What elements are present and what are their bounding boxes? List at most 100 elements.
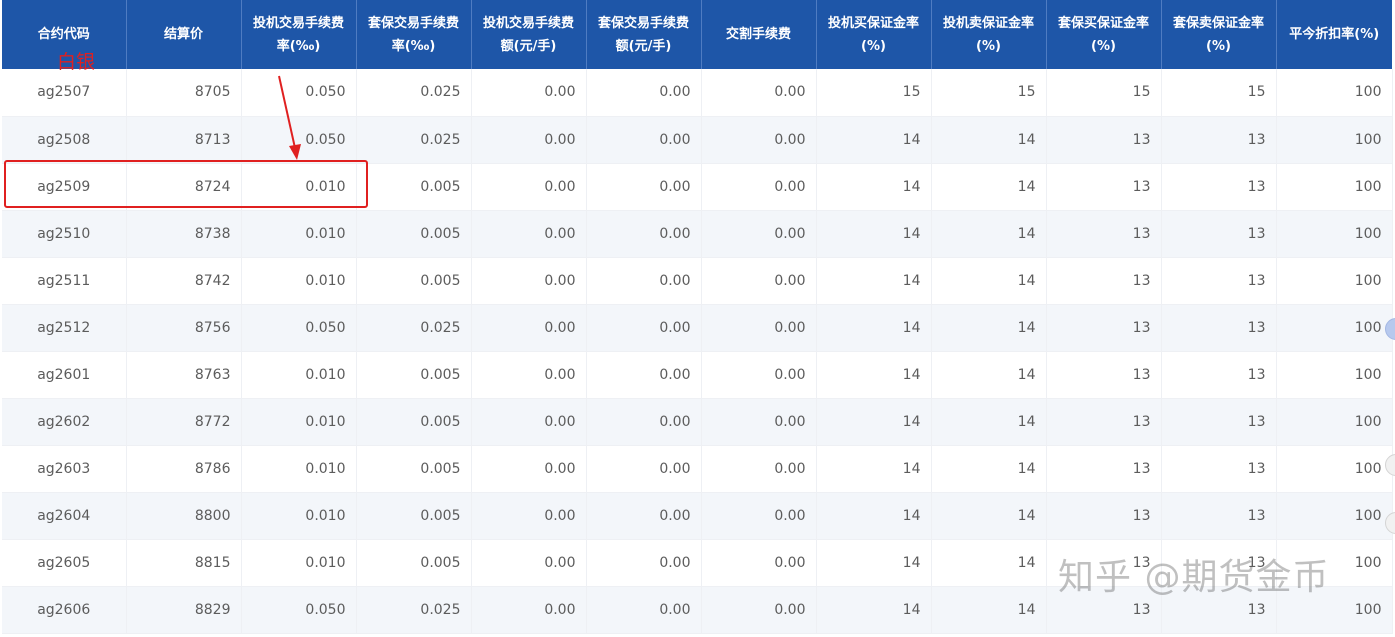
table-cell: 100	[1276, 492, 1393, 540]
table-cell: 14	[931, 163, 1047, 211]
table-row: ag2601 8763 0.010 0.005 0.00 0.00 0.00 14 14 13 13…	[2, 351, 1393, 399]
column-header: 交割手续费	[701, 0, 817, 69]
table-cell: 13	[1161, 210, 1277, 258]
table-cell: 0.00	[586, 351, 702, 399]
table-cell: 0.010	[241, 492, 357, 540]
table-cell: 8772	[126, 398, 242, 446]
table-cell: 0.00	[701, 116, 817, 164]
table-cell: 14	[816, 586, 932, 634]
table-row: ag2603 8786 0.010 0.005 0.00 0.00 0.00 14 14 13 13…	[2, 445, 1393, 493]
table-cell: 14	[931, 210, 1047, 258]
table-cell: 13	[1161, 586, 1277, 634]
table-cell: 8829	[126, 586, 242, 634]
table-cell: 0.005	[356, 445, 472, 493]
table-row: ag2605 8815 0.010 0.005 0.00 0.00 0.00 14 14 13 13…	[2, 539, 1393, 587]
table-cell: 0.00	[701, 586, 817, 634]
table-cell: 0.00	[701, 398, 817, 446]
table-cell: 13	[1161, 163, 1277, 211]
table-cell: 100	[1276, 210, 1393, 258]
table-cell: 0.010	[241, 539, 357, 587]
table-cell: 14	[816, 304, 932, 352]
table-cell: 0.005	[356, 257, 472, 305]
table-cell: 0.00	[471, 163, 587, 211]
table-cell: 13	[1046, 398, 1162, 446]
contract-code-cell: ag2508	[2, 116, 127, 164]
margin-fee-table: 合约代码 结算价 投机交易手续费率(‰) 套保交易手续费率(‰) 投机交易手续费额(元/…	[2, 0, 1393, 634]
table-cell: 14	[816, 210, 932, 258]
contract-code-cell: ag2509	[2, 163, 127, 211]
table-cell: 0.005	[356, 492, 472, 540]
table-cell: 13	[1161, 304, 1277, 352]
table-cell: 8705	[126, 69, 242, 117]
table-cell: 100	[1276, 586, 1393, 634]
table-body: ag2507 8705 0.050 0.025 0.00 0.00 0.00 15 15 15 15…	[2, 69, 1393, 634]
table-cell: 0.00	[586, 210, 702, 258]
table-cell: 14	[931, 257, 1047, 305]
table-cell: 14	[931, 539, 1047, 587]
table-cell: 0.010	[241, 351, 357, 399]
table-cell: 13	[1161, 492, 1277, 540]
table-cell: 8815	[126, 539, 242, 587]
table-cell: 100	[1276, 69, 1393, 117]
table-row: ag2510 8738 0.010 0.005 0.00 0.00 0.00 14 14 13 13…	[2, 210, 1393, 258]
table-cell: 8742	[126, 257, 242, 305]
table-cell: 13	[1046, 539, 1162, 587]
column-header: 投机买保证金率(%)	[816, 0, 932, 69]
contract-code-cell: ag2511	[2, 257, 127, 305]
table-cell: 0.00	[701, 539, 817, 587]
table-cell: 0.00	[701, 351, 817, 399]
contract-code-cell: ag2604	[2, 492, 127, 540]
table-cell: 100	[1276, 304, 1393, 352]
table-cell: 14	[816, 163, 932, 211]
table-cell: 0.00	[471, 586, 587, 634]
contract-code-cell: ag2510	[2, 210, 127, 258]
table-cell: 13	[1161, 351, 1277, 399]
table-cell: 0.00	[586, 492, 702, 540]
table-cell: 0.010	[241, 445, 357, 493]
table-cell: 0.00	[471, 304, 587, 352]
table-row: ag2511 8742 0.010 0.005 0.00 0.00 0.00 14 14 13 13…	[2, 257, 1393, 305]
table-cell: 13	[1046, 492, 1162, 540]
table-cell: 0.050	[241, 304, 357, 352]
table-cell: 13	[1046, 445, 1162, 493]
table-cell: 0.025	[356, 116, 472, 164]
table-cell: 0.00	[471, 69, 587, 117]
column-header: 结算价	[126, 0, 242, 69]
table-cell: 0.00	[471, 539, 587, 587]
header-row: 合约代码 结算价 投机交易手续费率(‰) 套保交易手续费率(‰) 投机交易手续费额(元/…	[2, 0, 1392, 69]
table-cell: 100	[1276, 163, 1393, 211]
table-cell: 100	[1276, 257, 1393, 305]
table-cell: 0.050	[241, 116, 357, 164]
table-cell: 8756	[126, 304, 242, 352]
column-header: 平今折扣率(%)	[1276, 0, 1392, 69]
column-header: 套保卖保证金率(%)	[1161, 0, 1277, 69]
table-cell: 8763	[126, 351, 242, 399]
table-cell: 14	[816, 116, 932, 164]
table-cell: 0.00	[586, 445, 702, 493]
table-cell: 8724	[126, 163, 242, 211]
table-cell: 14	[816, 445, 932, 493]
table-cell: 0.025	[356, 69, 472, 117]
table-cell: 14	[931, 492, 1047, 540]
table-cell: 0.010	[241, 257, 357, 305]
table-cell: 0.050	[241, 586, 357, 634]
column-header: 投机交易手续费率(‰)	[241, 0, 357, 69]
table-row: ag2606 8829 0.050 0.025 0.00 0.00 0.00 14 14 13 13…	[2, 586, 1393, 634]
table-cell: 0.00	[586, 257, 702, 305]
column-header: 投机卖保证金率(%)	[931, 0, 1047, 69]
table-cell: 0.005	[356, 539, 472, 587]
table-cell: 0.00	[701, 445, 817, 493]
table-cell: 0.00	[586, 398, 702, 446]
table-cell: 14	[931, 304, 1047, 352]
table-cell: 100	[1276, 116, 1393, 164]
table-cell: 0.00	[471, 398, 587, 446]
contract-code-cell: ag2507	[2, 69, 127, 117]
contract-code-cell: ag2602	[2, 398, 127, 446]
contract-code-cell: ag2512	[2, 304, 127, 352]
table-cell: 13	[1046, 116, 1162, 164]
table-cell: 14	[931, 445, 1047, 493]
table-cell: 0.00	[586, 586, 702, 634]
table-cell: 13	[1046, 586, 1162, 634]
column-header: 投机交易手续费额(元/手)	[471, 0, 587, 69]
table-cell: 0.00	[701, 210, 817, 258]
